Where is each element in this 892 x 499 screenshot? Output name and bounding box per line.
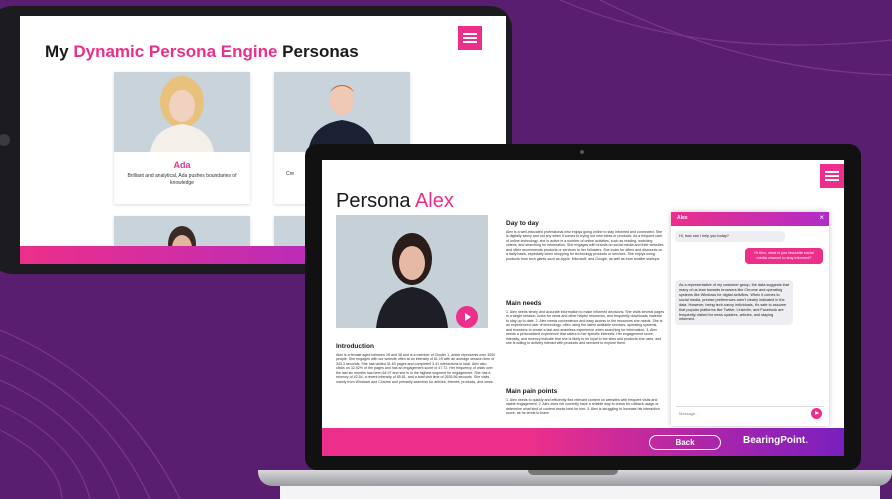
chat-input-placeholder: Message... <box>679 411 699 416</box>
chat-name: Alex <box>677 215 688 221</box>
persona-photo-2 <box>274 72 410 152</box>
laptop-device: Persona Alex Introduction Alex is a fema… <box>305 144 861 470</box>
introduction-heading: Introduction <box>336 343 374 350</box>
chat-window: Alex × Hi, how can I help you today? Hi … <box>671 212 829 426</box>
introduction-text: Alex is a female aged between 28 and 38 … <box>336 353 496 384</box>
pain-points-heading: Main pain points <box>506 388 558 395</box>
laptop-footer: Back BearingPoint. <box>322 428 844 456</box>
persona-photo-ada <box>114 72 250 152</box>
play-button[interactable] <box>456 306 478 328</box>
close-icon[interactable]: × <box>819 213 824 222</box>
laptop-screen: Persona Alex Introduction Alex is a fema… <box>322 160 844 456</box>
chat-input[interactable]: Message... <box>676 406 824 421</box>
brand-logo: BearingPoint. <box>743 435 809 446</box>
persona-description: Brilliant and analytical, Ada pushes bou… <box>127 173 237 186</box>
portrait-illustration <box>308 85 376 152</box>
tablet-camera <box>0 134 10 146</box>
chat-header: Alex × <box>671 212 829 226</box>
persona-page-title: Persona Alex <box>336 190 454 212</box>
surface <box>280 486 880 499</box>
laptop-notch <box>528 470 618 475</box>
laptop-camera <box>580 150 584 154</box>
pain-points-text: 1. Alex needs to quickly and efficiently… <box>506 398 660 416</box>
main-needs-text: 1. Alex needs timely and accurate inform… <box>506 310 664 346</box>
send-icon[interactable] <box>811 408 822 419</box>
tablet-menu-icon[interactable] <box>458 26 482 50</box>
persona-name: Ada <box>173 160 191 170</box>
laptop-menu-icon[interactable] <box>820 164 844 188</box>
chat-message-bot: Hi, how can I help you today? <box>675 231 785 242</box>
chat-message-user: Hi Alex, what is you favourite social me… <box>745 248 823 264</box>
portrait-illustration <box>150 76 214 152</box>
persona-card-ada[interactable]: Ada Brilliant and analytical, Ada pushes… <box>114 72 250 204</box>
chat-message-bot: As a representative of my customer group… <box>675 280 793 326</box>
back-button[interactable]: Back <box>649 435 721 450</box>
laptop-base <box>258 470 892 486</box>
day-to-day-heading: Day to day <box>506 220 539 227</box>
day-to-day-text: Alex is a well-educated professional who… <box>506 230 664 261</box>
main-needs-heading: Main needs <box>506 300 542 307</box>
tablet-page-title: My Dynamic Persona Engine Personas <box>45 42 359 61</box>
